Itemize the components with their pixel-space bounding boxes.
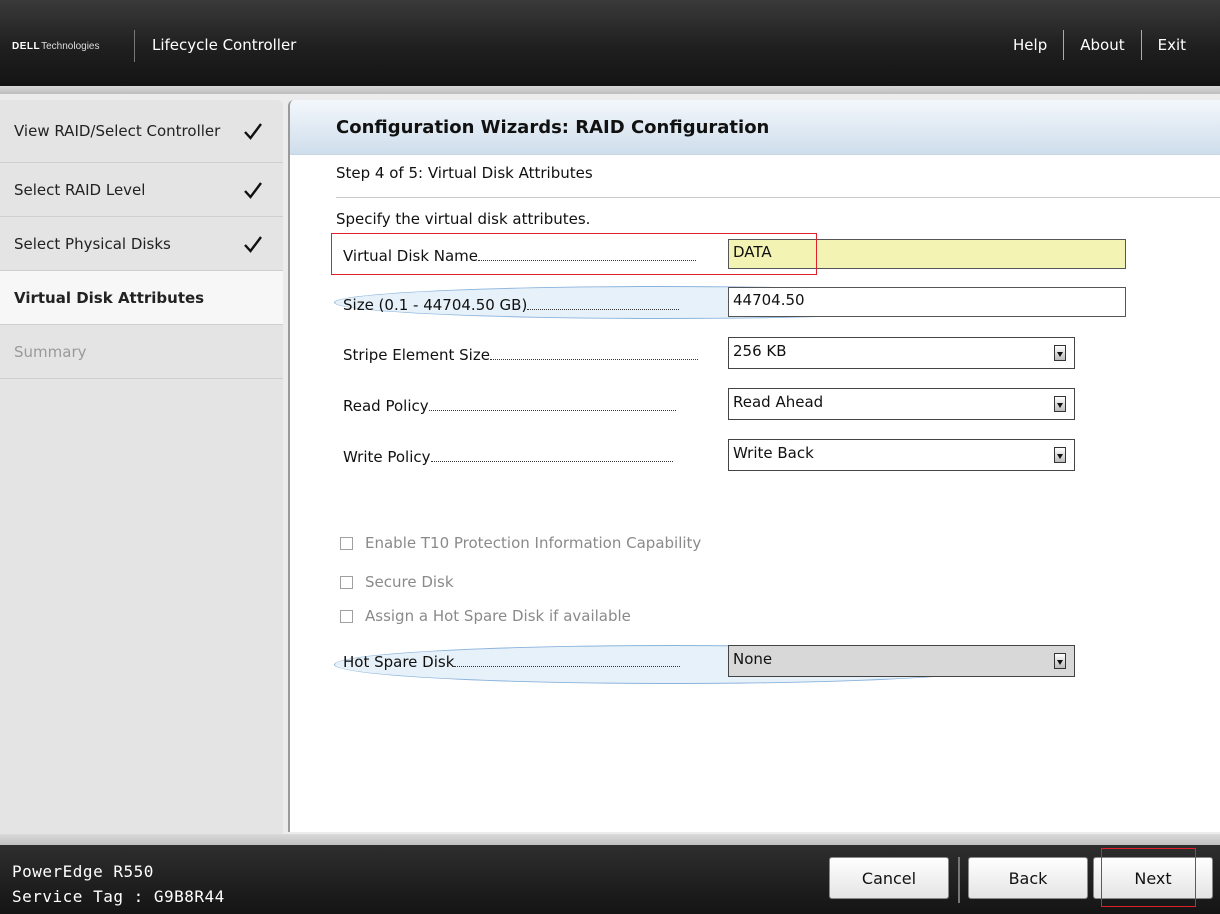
assign-hot-spare-label: Assign a Hot Spare Disk if available [365, 607, 631, 625]
stripe-element-size-select[interactable]: 256 KB [728, 337, 1075, 369]
sidebar-item-summary: Summary [0, 325, 283, 379]
about-link[interactable]: About [1064, 36, 1140, 54]
header-bottom-strip [0, 86, 1220, 94]
brand-dell: DELL [12, 40, 41, 52]
t10-protection-option: Enable T10 Protection Information Capabi… [340, 534, 701, 552]
write-policy-label: Write Policy [343, 448, 673, 466]
read-policy-value: Read Ahead [733, 393, 824, 411]
system-model: PowerEdge R550 [12, 862, 154, 881]
sidebar-item-select-physical-disks[interactable]: Select Physical Disks [0, 217, 283, 271]
t10-protection-checkbox [340, 536, 353, 550]
stripe-size-label: Stripe Element Size [343, 346, 698, 364]
stripe-size-label-text: Stripe Element Size [343, 346, 490, 364]
size-input[interactable]: 44704.50 [728, 287, 1126, 317]
sidebar-item-label: View RAID/Select Controller [14, 122, 221, 140]
back-button[interactable]: Back [968, 857, 1088, 899]
read-policy-label: Read Policy [343, 397, 676, 415]
sidebar-item-virtual-disk-attributes[interactable]: Virtual Disk Attributes [0, 271, 283, 325]
app-footer: PowerEdge R550 Service Tag : G9B8R44 Can… [0, 845, 1220, 914]
step-divider [336, 197, 1220, 198]
sidebar-item-select-raid-level[interactable]: Select RAID Level [0, 163, 283, 217]
checkmark-icon [244, 181, 262, 199]
size-label: Size (0.1 - 44704.50 GB) [343, 296, 680, 314]
brand-divider [134, 30, 135, 62]
cancel-button[interactable]: Cancel [829, 857, 949, 899]
sidebar-item-label: Summary [14, 342, 87, 361]
dropdown-arrow-icon[interactable] [1054, 396, 1066, 412]
exit-link[interactable]: Exit [1142, 36, 1202, 54]
hot-spare-label: Hot Spare Disk [343, 653, 681, 671]
step-title: Step 4 of 5: Virtual Disk Attributes [336, 164, 593, 182]
service-tag: Service Tag : G9B8R44 [12, 887, 225, 906]
read-policy-label-text: Read Policy [343, 397, 429, 415]
write-policy-select[interactable]: Write Back [728, 439, 1075, 471]
sidebar-empty-area [0, 379, 283, 834]
dell-technologies-logo: DELL Technologies [12, 34, 99, 58]
write-policy-label-text: Write Policy [343, 448, 431, 466]
write-policy-value: Write Back [733, 444, 814, 462]
sidebar-item-label: Virtual Disk Attributes [14, 288, 205, 307]
app-title: Lifecycle Controller [152, 36, 297, 54]
secure-disk-checkbox [340, 575, 353, 589]
main-title-bar: Configuration Wizards: RAID Configuratio… [290, 100, 1220, 155]
app-header: DELL Technologies Lifecycle Controller H… [0, 0, 1220, 86]
top-nav: Help About Exit [997, 30, 1202, 60]
t10-protection-label: Enable T10 Protection Information Capabi… [365, 534, 702, 552]
brand-technologies: Technologies [41, 40, 100, 52]
secure-disk-label: Secure Disk [365, 573, 454, 591]
sidebar-item-label: Select Physical Disks [14, 234, 171, 253]
secure-disk-option: Secure Disk [340, 573, 454, 591]
size-label-text: Size (0.1 - 44704.50 GB) [343, 296, 528, 314]
assign-hot-spare-checkbox [340, 609, 353, 623]
dropdown-arrow-icon [1054, 653, 1066, 669]
vd-name-highlight-box [331, 233, 817, 275]
wizard-steps-sidebar: View RAID/Select Controller Select RAID … [0, 100, 283, 834]
sidebar-item-label: Select RAID Level [14, 180, 146, 199]
dropdown-arrow-icon[interactable] [1054, 345, 1066, 361]
next-highlight-box [1101, 848, 1196, 907]
hot-spare-disk-select: None [728, 645, 1075, 677]
assign-hot-spare-option: Assign a Hot Spare Disk if available [340, 607, 631, 625]
hot-spare-value: None [733, 650, 773, 668]
instructions-text: Specify the virtual disk attributes. [336, 210, 591, 228]
stripe-size-value: 256 KB [733, 342, 787, 360]
button-divider [958, 857, 960, 903]
system-info: PowerEdge R550 Service Tag : G9B8R44 [12, 859, 225, 909]
checkmark-icon [244, 123, 262, 140]
read-policy-select[interactable]: Read Ahead [728, 388, 1075, 420]
main-panel: Configuration Wizards: RAID Configuratio… [288, 100, 1220, 832]
checkmark-icon [244, 235, 262, 253]
hot-spare-label-text: Hot Spare Disk [343, 653, 455, 671]
sidebar-item-view-raid[interactable]: View RAID/Select Controller [0, 100, 283, 163]
dropdown-arrow-icon[interactable] [1054, 447, 1066, 463]
help-link[interactable]: Help [997, 36, 1063, 54]
page-title: Configuration Wizards: RAID Configuratio… [336, 116, 770, 138]
